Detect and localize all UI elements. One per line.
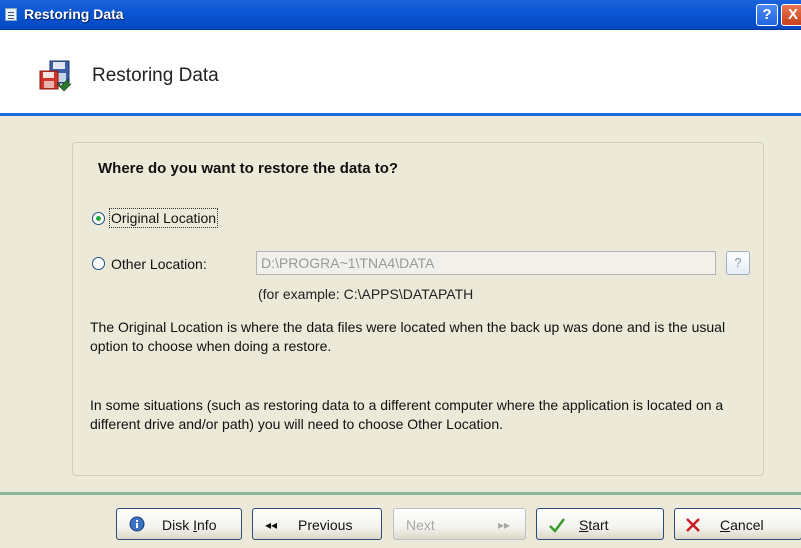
rewind-icon: ◂◂: [265, 518, 278, 532]
title-bar[interactable]: Restoring Data ? X: [0, 0, 801, 30]
cancel-label: Cancel: [720, 517, 764, 533]
browse-icon: ?: [734, 255, 742, 270]
previous-label: Previous: [298, 517, 353, 533]
original-location-radio[interactable]: [92, 212, 105, 225]
restore-data-icon: [39, 60, 72, 92]
question-heading: Where do you want to restore the data to…: [98, 160, 399, 177]
close-icon: X: [787, 6, 798, 23]
help-button[interactable]: ?: [756, 4, 778, 26]
info-icon: [129, 516, 145, 532]
fast-forward-icon: ▸▸: [498, 518, 511, 532]
disk-info-button[interactable]: Disk Info: [116, 508, 242, 540]
original-location-description: The Original Location is where the data …: [90, 319, 726, 354]
cancel-button[interactable]: Cancel: [674, 508, 801, 540]
other-location-input[interactable]: [256, 251, 716, 275]
close-button[interactable]: X: [781, 4, 801, 26]
help-icon: ?: [762, 6, 772, 23]
browse-button[interactable]: ?: [726, 251, 750, 275]
window-title: Restoring Data: [24, 6, 124, 22]
other-location-label[interactable]: Other Location:: [111, 256, 207, 272]
other-location-radio[interactable]: [92, 257, 105, 270]
disk-info-label: Disk Info: [162, 517, 217, 533]
previous-button[interactable]: ◂◂ Previous: [252, 508, 382, 540]
start-label: Start: [579, 517, 609, 533]
footer-divider: [0, 492, 801, 495]
start-button[interactable]: Start: [536, 508, 664, 540]
path-example: (for example: C:\APPS\DATAPATH: [258, 286, 474, 302]
original-location-label[interactable]: Original Location: [108, 208, 219, 228]
next-button[interactable]: Next ▸▸: [393, 508, 526, 540]
x-icon: [686, 518, 700, 532]
other-location-description: In some situations (such as restoring da…: [90, 397, 724, 432]
checkmark-icon: [549, 518, 565, 533]
next-label: Next: [406, 517, 435, 533]
wizard-header: Restoring Data: [0, 30, 801, 114]
header-title: Restoring Data: [92, 65, 219, 86]
window-menu-icon[interactable]: [5, 8, 17, 21]
